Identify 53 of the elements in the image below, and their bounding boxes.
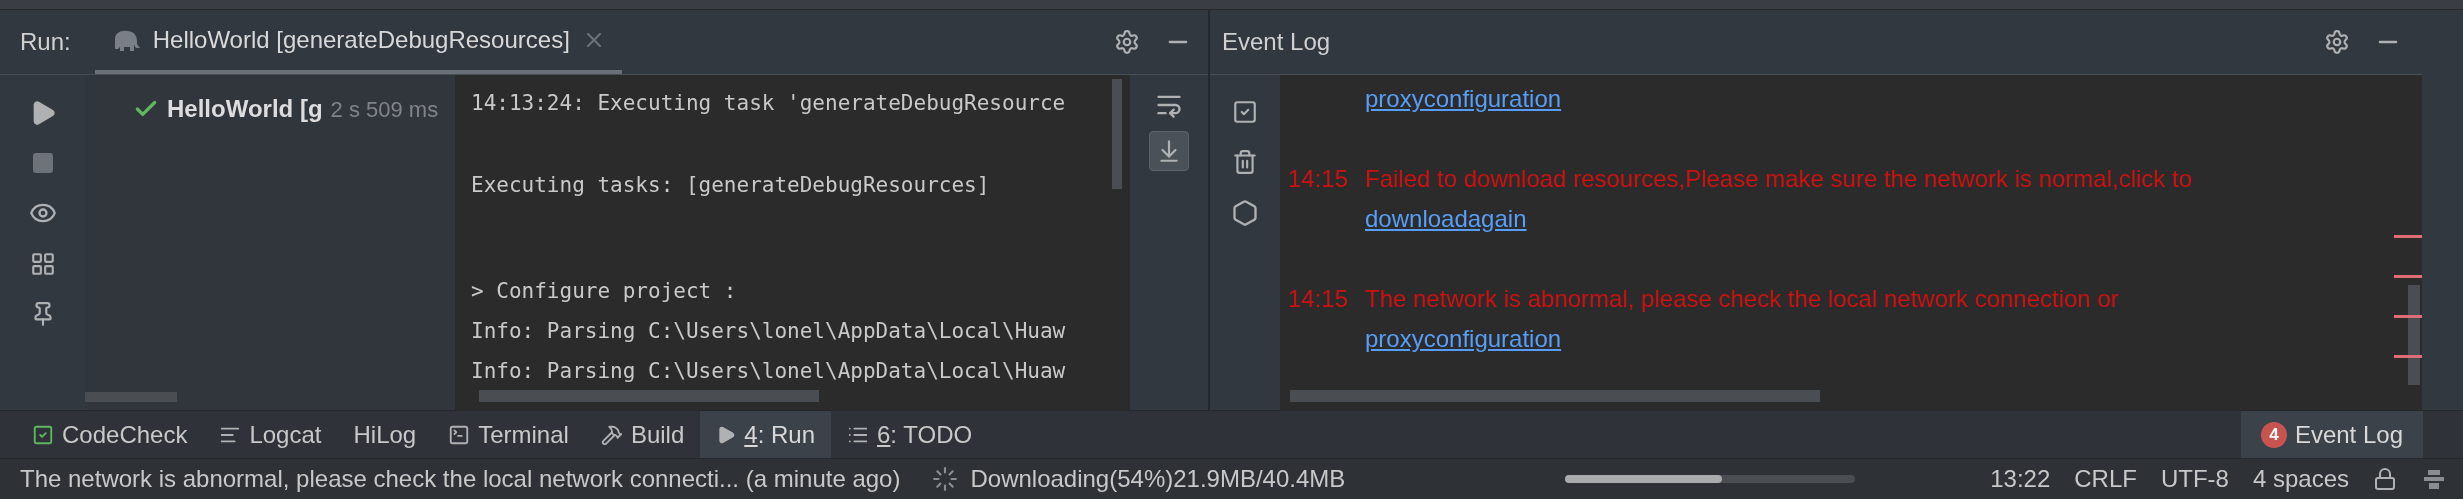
error-marker (2394, 235, 2422, 238)
log-time: 14:15 (1288, 285, 1349, 312)
layout-icon[interactable] (29, 251, 56, 277)
console-line: 14:13:24: Executing task 'generateDebugResource (471, 90, 1066, 117)
spinner-icon (932, 466, 959, 492)
tree-item[interactable]: HelloWorld [g 2 s 509 ms (85, 75, 455, 127)
tool-tab[interactable]: HiLog (337, 411, 433, 458)
log-link[interactable]: downloadagain (1365, 199, 1527, 239)
error-marker (2394, 275, 2422, 278)
log-message: Failed to download resources,Please make sure the network is normal,click to (1365, 164, 2193, 194)
console-line: Executing tasks: [generateDebugResources] (471, 172, 990, 199)
error-marker (2394, 315, 2422, 318)
scroll-end-toggle[interactable] (1149, 131, 1189, 171)
play-icon (716, 424, 737, 445)
check-icon (32, 423, 54, 446)
tool-tab[interactable]: Build (584, 411, 701, 458)
settings-icon[interactable] (2324, 29, 2350, 55)
tool-tab[interactable]: 6: TODO (831, 411, 989, 458)
hexagon-icon[interactable] (1231, 199, 1259, 227)
console-line: Info: Parsing C:\Users\lonel\AppData\Local\Huaw (471, 318, 1066, 345)
tool-tab[interactable]: Terminal (432, 411, 585, 458)
progress-label: Downloading(54%)21.9MB/40.4MB (970, 464, 1346, 494)
panel-title: Event Log (1222, 27, 1331, 57)
panel-label: Run: (20, 27, 71, 57)
trash-icon[interactable] (1232, 149, 1258, 175)
vertical-scrollbar[interactable] (1112, 79, 1122, 189)
event-log-button[interactable]: 4 Event Log (2240, 411, 2423, 458)
tool-tab[interactable]: Logcat (203, 411, 338, 458)
console-line: Info: Parsing C:\Users\lonel\AppData\Local\Huaw (471, 358, 1066, 385)
log-time: 14:15 (1288, 165, 1349, 192)
log-message: The network is abnormal, please check the local network connection or (1365, 284, 2119, 314)
lock-icon[interactable] (2373, 467, 2397, 491)
checkbox-icon[interactable] (1232, 99, 1258, 125)
tool-tab[interactable]: 4: Run (700, 411, 831, 458)
status-item[interactable]: 13:22 (1990, 461, 2051, 497)
settings-icon[interactable] (1114, 29, 1140, 55)
horizontal-scrollbar[interactable] (85, 392, 177, 402)
horizontal-scrollbar[interactable] (1290, 390, 1820, 402)
horizontal-scrollbar[interactable] (479, 390, 819, 402)
hammer-icon (600, 423, 623, 446)
status-item[interactable]: CRLF (2074, 461, 2137, 497)
error-marker (2394, 355, 2422, 358)
log-link[interactable]: proxyconfiguration (1365, 319, 1562, 359)
terminal-icon (448, 423, 471, 446)
status-item[interactable]: UTF-8 (2160, 461, 2229, 497)
tool-tab[interactable]: CodeCheck (16, 411, 204, 458)
notification-badge: 4 (2260, 421, 2287, 448)
status-message: The network is abnormal, please check the local network connecti... (a minute ago) (20, 464, 901, 494)
console-line: > Configure project : (471, 278, 737, 305)
stop-icon[interactable] (30, 151, 55, 175)
status-item[interactable]: 4 spaces (2252, 461, 2349, 497)
log-link[interactable]: proxyconfiguration (1365, 79, 1562, 119)
vertical-scrollbar[interactable] (2408, 285, 2420, 385)
